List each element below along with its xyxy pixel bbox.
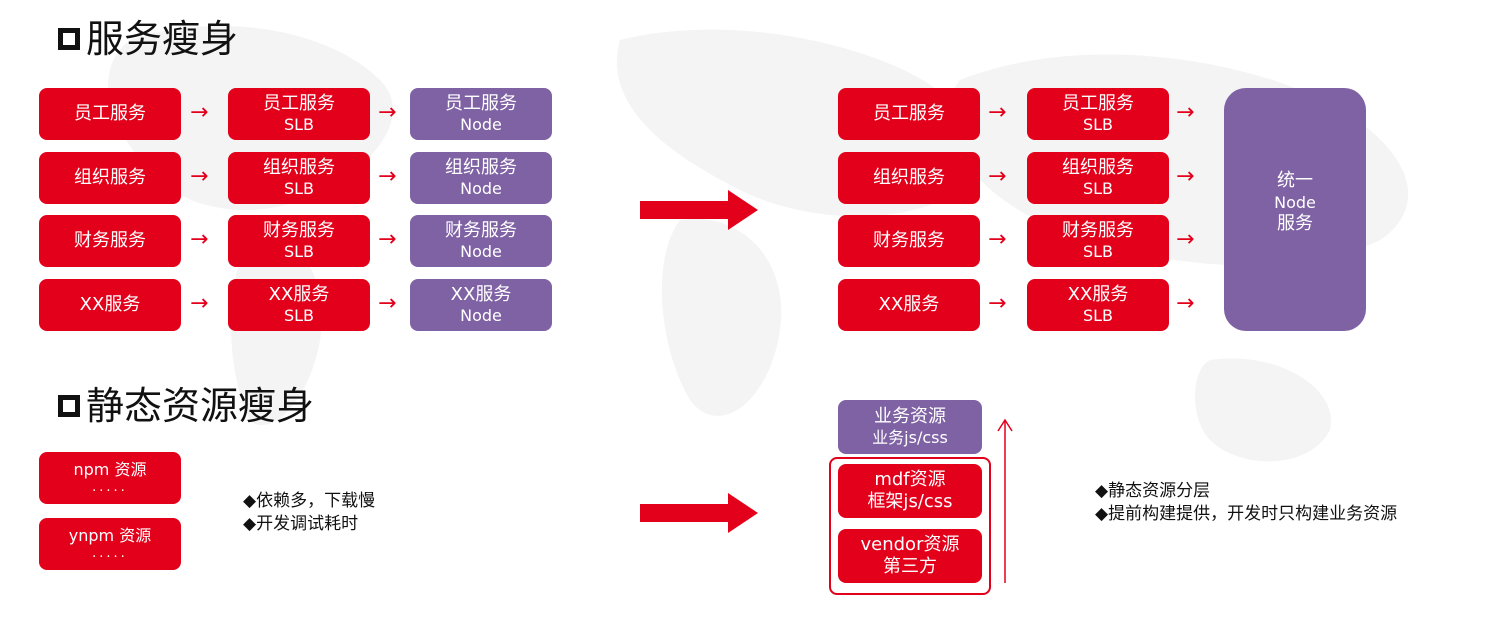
section2-after-bullets: ◆静态资源分层 ◆提前构建提供，开发时只构建业务资源 [1095,480,1397,526]
slb-box-xx: XX服务 SLB [228,279,370,331]
arrow-icon: → [1176,100,1195,125]
service-box-org-after: 组织服务 [838,152,980,204]
arrow-icon: → [378,227,397,252]
service-box-xx-after: XX服务 [838,279,980,331]
slb-box-org: 组织服务 SLB [228,152,370,204]
slb-box-xx-after: XX服务 SLB [1027,279,1169,331]
diamond-bullet-icon: ◆ [243,491,257,511]
transform-arrow-icon [640,190,758,230]
arrow-icon: → [378,291,397,316]
arrow-icon: → [190,164,209,189]
section2-before-bullets: ◆依赖多，下载慢 ◆开发调试耗时 [243,490,375,536]
arrow-icon: → [988,164,1007,189]
node-box-employee: 员工服务 Node [410,88,552,140]
bullet-item: ◆开发调试耗时 [243,513,359,534]
arrow-icon: → [1176,291,1195,316]
slb-box-finance-after: 财务服务 SLB [1027,215,1169,267]
bullet-item: ◆静态资源分层 [1095,481,1211,501]
section1-title: 服务瘦身 [58,20,238,58]
node-box-finance: 财务服务 Node [410,215,552,267]
diamond-bullet-icon: ◆ [1095,481,1109,501]
business-resource-box: 业务资源 业务js/css [838,400,982,454]
mdf-resource-box: mdf资源 框架js/css [838,464,982,518]
square-bullet-icon [58,28,80,50]
arrow-icon: → [1176,227,1195,252]
bullet-item: ◆依赖多，下载慢 [243,491,376,511]
slb-box-finance: 财务服务 SLB [228,215,370,267]
node-box-xx: XX服务 Node [410,279,552,331]
arrow-icon: → [988,227,1007,252]
arrow-icon: → [190,227,209,252]
arrow-icon: → [190,100,209,125]
unified-node-service-box: 统一 Node 服务 [1224,88,1366,331]
square-bullet-icon [58,395,80,417]
arrow-icon: → [190,291,209,316]
service-box-xx: XX服务 [39,279,181,331]
npm-resource-box: npm 资源..... [39,452,181,504]
layer-up-arrow-icon [997,418,1013,583]
slb-box-org-after: 组织服务 SLB [1027,152,1169,204]
service-box-finance: 财务服务 [39,215,181,267]
slb-box-employee: 员工服务 SLB [228,88,370,140]
transform-arrow-icon [640,493,758,533]
arrow-icon: → [1176,164,1195,189]
service-box-employee: 员工服务 [39,88,181,140]
arrow-icon: → [378,100,397,125]
vendor-resource-box: vendor资源 第三方 [838,529,982,583]
section2-title: 静态资源瘦身 [58,387,314,425]
service-box-org: 组织服务 [39,152,181,204]
ynpm-resource-box: ynpm 资源..... [39,518,181,570]
section1-title-text: 服务瘦身 [86,17,239,61]
section2-title-text: 静态资源瘦身 [86,384,315,428]
diamond-bullet-icon: ◆ [1095,503,1109,524]
service-box-finance-after: 财务服务 [838,215,980,267]
node-box-org: 组织服务 Node [410,152,552,204]
slb-box-employee-after: 员工服务 SLB [1027,88,1169,140]
arrow-icon: → [988,291,1007,316]
service-box-employee-after: 员工服务 [838,88,980,140]
arrow-icon: → [378,164,397,189]
diamond-bullet-icon: ◆ [243,513,257,534]
arrow-icon: → [988,100,1007,125]
bullet-item: ◆提前构建提供，开发时只构建业务资源 [1095,503,1398,524]
